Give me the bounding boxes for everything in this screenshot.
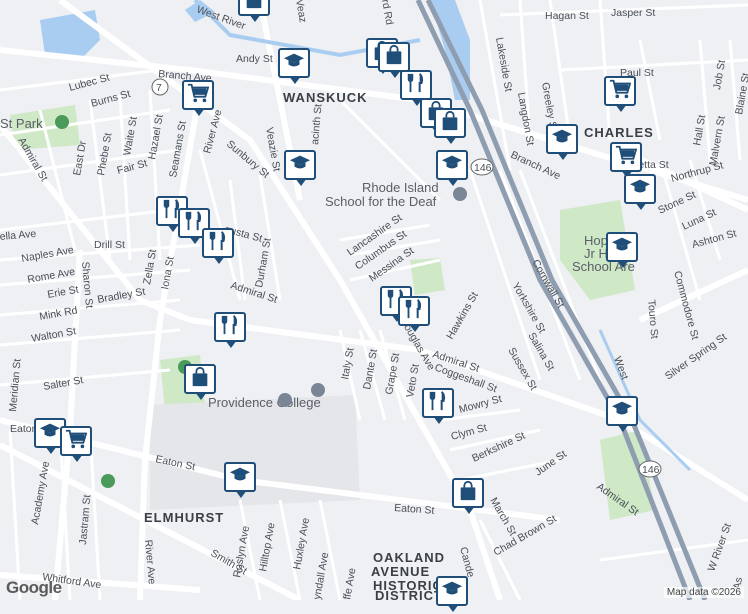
shopping-bag-icon [383,44,405,71]
map-marker-grocery[interactable] [182,80,214,118]
map-marker-school[interactable] [436,150,468,188]
graduation-cap-icon [629,176,651,203]
graduation-cap-icon [441,578,463,605]
map-marker-restaurant[interactable] [202,228,234,266]
poi-label-st-park: St Park [0,116,43,131]
route-7-shield: 7 [151,78,169,96]
shopping-bag-icon [243,0,265,15]
graduation-cap-icon [39,420,61,447]
map-marker-restaurant[interactable] [398,296,430,334]
svg-text:7: 7 [156,82,162,94]
map-marker-grocery[interactable] [604,76,636,114]
shopping-bag-icon [439,110,461,137]
map-marker-shopping[interactable] [452,478,484,516]
college-poi-icon [311,383,325,397]
poi-label-providence-college: Providence College [208,395,321,410]
road-label-andy-st: Andy St [236,53,273,65]
map-marker-school[interactable] [606,396,638,434]
route-146-shield-south: 146 [638,460,662,478]
area-label-oakland-1: OAKLAND [373,550,445,565]
area-label-charles: CHARLES [584,125,654,140]
graduation-cap-icon [289,152,311,179]
map-marker-shopping[interactable] [238,0,270,24]
area-label-oakland-4: DISTRICT [375,588,443,600]
map-marker-restaurant[interactable] [214,312,246,350]
shopping-cart-icon [609,78,632,105]
map-marker-school[interactable] [606,232,638,270]
map-marker-school[interactable] [546,124,578,162]
road-label-hagan-st: Hagan St [545,10,589,22]
fork-knife-icon [403,298,425,325]
graduation-cap-icon [611,398,633,425]
area-label-oakland-2: AVENUE [371,564,430,579]
map-marker-shopping[interactable] [434,108,466,146]
shopping-cart-icon [65,428,88,455]
svg-text:146: 146 [474,162,492,174]
shopping-bag-icon [457,480,479,507]
area-label-wanskuck: WANSKUCK [283,90,368,105]
graduation-cap-icon [611,234,633,261]
road-label-jasper-st: Jasper St [611,7,655,19]
graduation-cap-icon [441,152,463,179]
map-marker-school[interactable] [224,462,256,500]
park-tree-icon [55,115,69,129]
park-tree-icon-3 [101,474,115,488]
map-marker-school[interactable] [436,576,468,614]
map-attribution[interactable]: Map data ©2026 [663,587,744,598]
fork-knife-icon [405,72,427,99]
fork-knife-icon [427,390,449,417]
route-146-shield-north: 146 [470,158,494,176]
area-label-elmhurst: ELMHURST [144,510,224,525]
map-marker-school[interactable] [624,174,656,212]
poi-label-school-deaf-2: School for the Deaf [325,194,437,209]
graduation-cap-icon [551,126,573,153]
graduation-cap-icon [283,50,305,77]
fork-knife-icon [219,314,241,341]
google-logo: Google [6,578,62,597]
graduation-cap-poi-icon [278,393,292,407]
road-label-drill-st: Drill St [94,239,125,251]
fork-knife-icon [207,230,229,257]
map-marker-shopping[interactable] [184,364,216,402]
map-marker-grocery[interactable] [60,426,92,464]
map-marker-restaurant[interactable] [422,388,454,426]
svg-text:146: 146 [642,464,660,476]
shopping-cart-icon [187,82,210,109]
map-marker-school[interactable] [278,48,310,86]
poi-label-school-deaf-1: Rhode Island [362,180,439,195]
shopping-cart-icon [615,144,638,171]
map-marker-school[interactable] [284,150,316,188]
school-deaf-icon [453,187,467,201]
shopping-bag-icon [189,366,211,393]
graduation-cap-icon [229,464,251,491]
